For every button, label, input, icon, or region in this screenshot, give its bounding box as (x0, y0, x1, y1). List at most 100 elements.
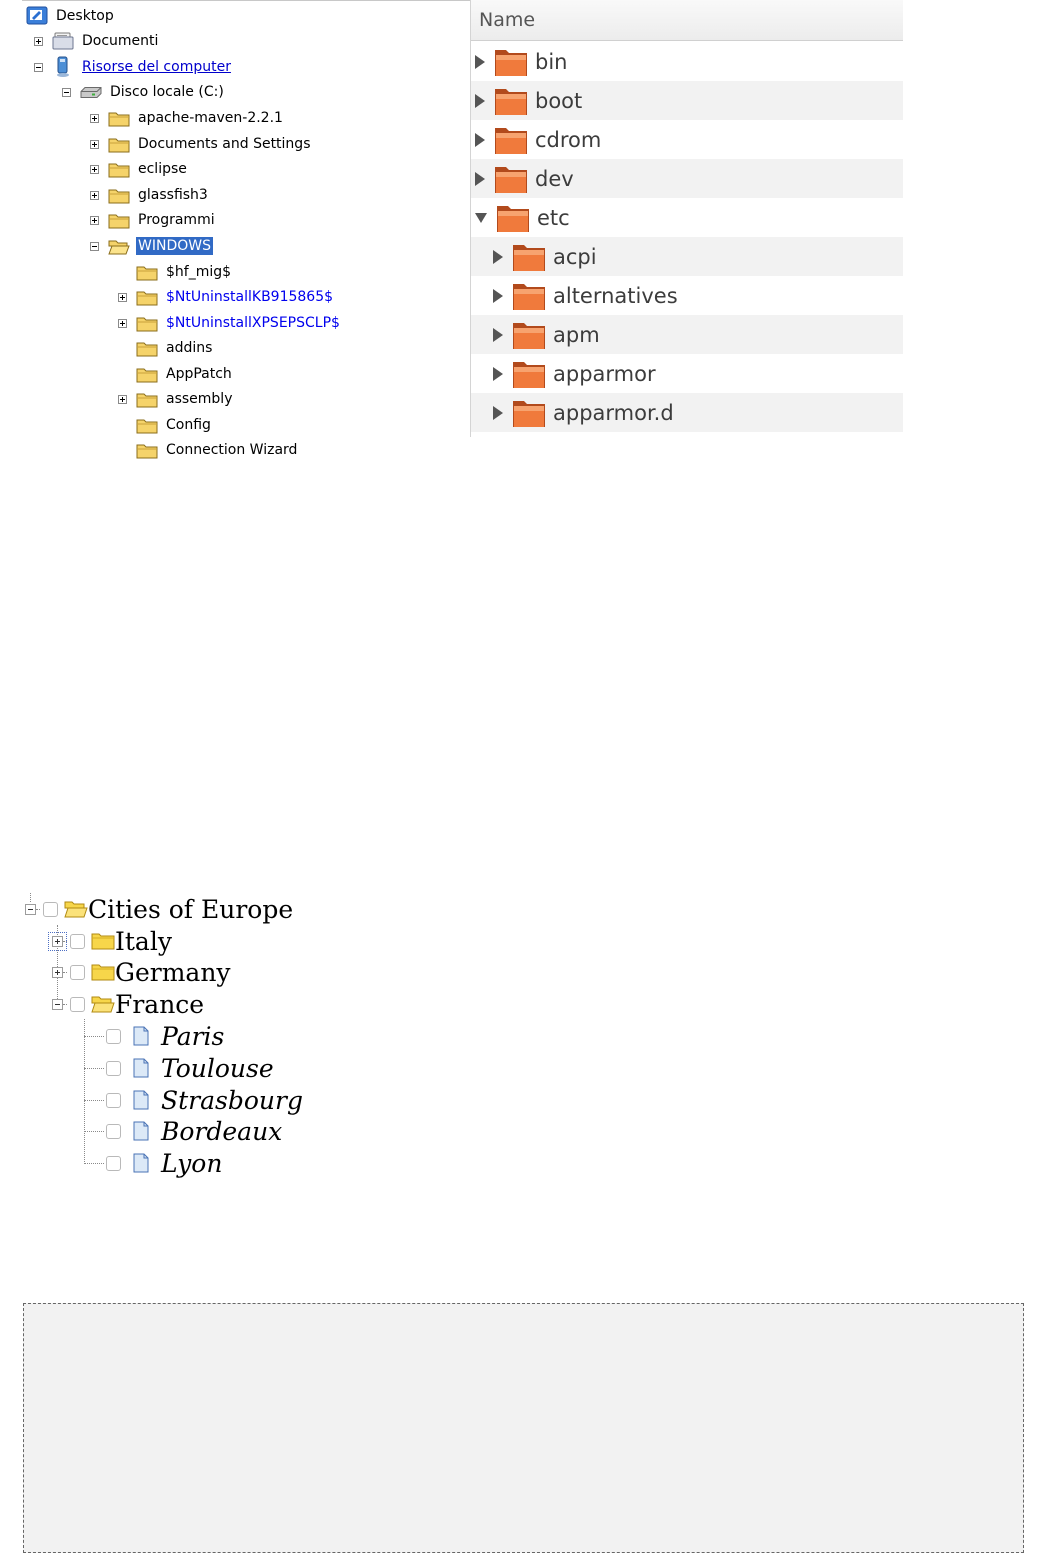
tree-item-ntuninstall-xpsepsclp[interactable]: $NtUninstallXPSEPSCLP$ (118, 312, 342, 334)
expand-arrow-icon[interactable] (493, 366, 503, 381)
open-folder-icon (91, 996, 115, 1013)
collapse-arrow-icon[interactable] (475, 212, 487, 223)
collapse-minus-icon[interactable] (62, 87, 71, 97)
document-icon (133, 1058, 149, 1078)
tree-item-apppatch[interactable]: AppPatch (118, 363, 234, 385)
list-item-bin[interactable]: bin (471, 42, 903, 81)
tree-connector (84, 1036, 104, 1037)
expand-plus-icon[interactable] (90, 215, 99, 225)
list-item-cdrom[interactable]: cdrom (471, 120, 903, 159)
checkbox[interactable] (70, 933, 85, 949)
checkbox[interactable] (106, 1155, 121, 1171)
tree-item-hf-mig[interactable]: $hf_mig$ (118, 261, 233, 283)
tree-item-programmi[interactable]: Programmi (90, 209, 217, 231)
tree-item-addins[interactable]: addins (118, 337, 214, 359)
tree-item-glassfish3[interactable]: glassfish3 (90, 184, 210, 206)
expand-arrow-icon[interactable] (475, 93, 485, 108)
checkbox[interactable] (106, 1060, 121, 1076)
tree-leaf-label: Strasbourg (161, 1085, 303, 1115)
folder-icon (513, 322, 545, 349)
tree-connector (63, 940, 67, 942)
expand-plus-icon[interactable] (90, 164, 99, 174)
folder-icon (136, 317, 158, 331)
expand-plus-icon[interactable] (90, 190, 99, 200)
tree-item-windows[interactable]: WINDOWS (90, 235, 213, 257)
tree-item-documenti[interactable]: Documenti (34, 30, 160, 52)
checkbox[interactable] (70, 964, 85, 980)
expand-plus-icon[interactable] (118, 318, 127, 328)
list-item-etc[interactable]: etc (471, 198, 903, 237)
tree-item-label: apache-maven-2.2.1 (138, 110, 283, 126)
list-item-apparmor-d[interactable]: apparmor.d (471, 393, 903, 432)
expand-arrow-icon[interactable] (475, 132, 485, 147)
tree-node-france[interactable]: France (52, 988, 204, 1020)
collapse-minus-icon[interactable] (90, 241, 99, 251)
tree-item-ntuninstall-kb915865[interactable]: $NtUninstallKB915865$ (118, 286, 335, 308)
tree-item-eclipse[interactable]: eclipse (90, 158, 189, 180)
tree-node-root[interactable]: Cities of Europe (25, 893, 293, 925)
tree-item-config[interactable]: Config (118, 414, 213, 436)
list-item-dev[interactable]: dev (471, 159, 903, 198)
folder-icon (108, 163, 130, 177)
expand-plus-icon[interactable] (34, 36, 43, 46)
list-item-alternatives[interactable]: alternatives (471, 276, 903, 315)
list-item-boot[interactable]: boot (471, 81, 903, 120)
list-item-label: apm (553, 322, 600, 347)
collapse-minus-icon[interactable] (52, 998, 63, 1010)
expand-arrow-icon[interactable] (493, 288, 503, 303)
folder-icon (108, 138, 130, 152)
folder-icon (136, 291, 158, 305)
expand-plus-icon[interactable] (90, 113, 99, 123)
list-item-acpi[interactable]: acpi (471, 237, 903, 276)
folder-icon (136, 393, 158, 407)
tree-connector (84, 1131, 104, 1132)
expand-arrow-icon[interactable] (493, 327, 503, 342)
cities-checkbox-tree: Cities of Europe Italy Germany France Pa… (20, 893, 360, 1183)
expand-arrow-icon[interactable] (475, 171, 485, 186)
tree-item-connection-wizard[interactable]: Connection Wizard (118, 439, 299, 461)
folder-icon (108, 112, 130, 126)
expand-arrow-icon[interactable] (493, 405, 503, 420)
expand-plus-icon[interactable] (48, 931, 67, 951)
expand-plus-icon[interactable] (90, 139, 99, 149)
expand-arrow-icon[interactable] (475, 54, 485, 69)
document-icon (133, 1026, 149, 1046)
checkbox[interactable] (43, 901, 58, 917)
tree-node-germany[interactable]: Germany (52, 956, 231, 988)
tree-node-italy[interactable]: Italy (48, 925, 172, 957)
expand-plus-icon[interactable] (118, 394, 127, 404)
expand-plus-icon[interactable] (118, 292, 127, 302)
tree-item-apache-maven[interactable]: apache-maven-2.2.1 (90, 107, 285, 129)
tree-leaf-bordeaux[interactable]: Bordeaux (106, 1115, 282, 1147)
tree-leaf-paris[interactable]: Paris (106, 1020, 224, 1052)
expand-plus-icon[interactable] (52, 966, 63, 978)
tree-item-documents-and-settings[interactable]: Documents and Settings (90, 133, 312, 155)
list-item-apparmor[interactable]: apparmor (471, 354, 903, 393)
list-item-label: alternatives (553, 283, 678, 308)
checkbox[interactable] (106, 1123, 121, 1139)
checkbox[interactable] (70, 996, 85, 1012)
checkbox[interactable] (106, 1028, 121, 1044)
tree-connector (84, 1100, 104, 1101)
tree-item-label: $hf_mig$ (166, 264, 232, 280)
tree-item-label: addins (166, 340, 213, 356)
column-header-name[interactable]: Name (471, 0, 903, 41)
tree-connector (84, 1163, 104, 1164)
tree-leaf-strasbourg[interactable]: Strasbourg (106, 1084, 303, 1116)
collapse-minus-icon[interactable] (25, 903, 36, 915)
tree-leaf-lyon[interactable]: Lyon (106, 1147, 222, 1179)
drive-icon (80, 86, 102, 98)
checkbox[interactable] (106, 1092, 121, 1108)
tree-leaf-toulouse[interactable]: Toulouse (106, 1052, 274, 1084)
folder-icon (136, 368, 158, 382)
list-item-label: dev (535, 166, 574, 191)
tree-item-assembly[interactable]: assembly (118, 388, 234, 410)
tree-item-risorse-del-computer[interactable]: Risorse del computer (34, 56, 233, 78)
collapse-minus-icon[interactable] (34, 62, 43, 72)
list-item-label: boot (535, 88, 583, 113)
folder-icon (495, 127, 527, 154)
expand-arrow-icon[interactable] (493, 249, 503, 264)
list-item-apm[interactable]: apm (471, 315, 903, 354)
tree-item-disco-locale[interactable]: Disco locale (C:) (62, 81, 226, 103)
tree-item-desktop[interactable]: Desktop (26, 5, 116, 27)
